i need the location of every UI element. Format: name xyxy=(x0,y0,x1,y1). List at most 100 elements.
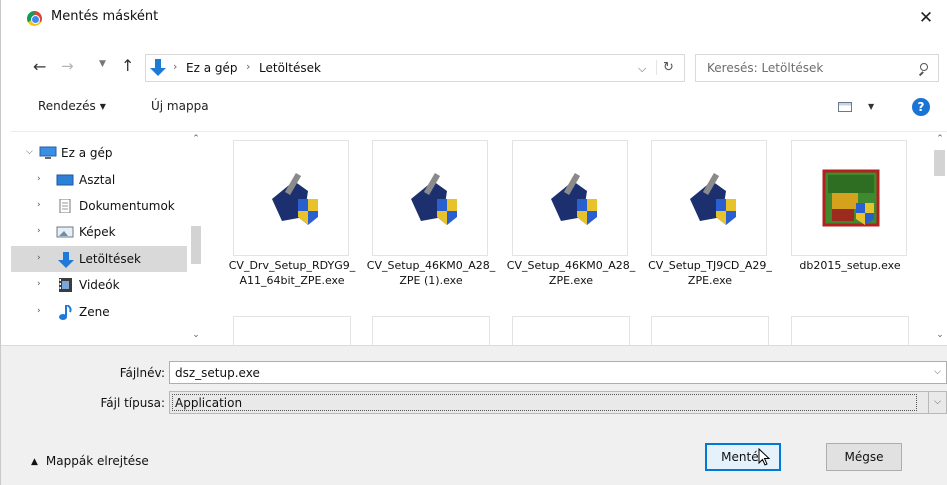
file-name: CV_Setup_46KM0_A28_ZPE.exe xyxy=(506,259,636,287)
navigation-pane: ⌵ Ez a gép › Asztal › Dokumentumok › Kép… xyxy=(11,132,205,346)
view-options-chevron-icon[interactable]: ▼ xyxy=(868,102,874,111)
file-item[interactable] xyxy=(233,316,351,346)
save-as-dialog: Mentés másként ✕ ← → ▼ ↑ › Ez a gép › Le… xyxy=(0,0,947,485)
chevron-right-icon[interactable]: › xyxy=(37,226,41,236)
chevron-down-icon: ▼ xyxy=(99,102,106,111)
file-name: CV_Setup_46KM0_A28_ZPE (1).exe xyxy=(366,259,496,287)
file-thumbnail xyxy=(233,140,349,256)
recent-locations-chevron-icon[interactable]: ▼ xyxy=(99,59,106,69)
music-icon xyxy=(57,304,75,320)
view-options-icon[interactable] xyxy=(838,102,852,112)
filetype-select[interactable]: Application ⌵ xyxy=(169,391,947,414)
chevron-right-icon[interactable]: › xyxy=(37,253,41,263)
chevron-down-icon[interactable]: ⌵ xyxy=(26,147,33,157)
chevron-down-icon[interactable]: ⌵ xyxy=(928,362,946,383)
downloads-icon xyxy=(57,252,75,268)
scrollbar-thumb[interactable] xyxy=(191,226,201,264)
tree-item-label: Zene xyxy=(79,305,110,319)
chevron-right-icon[interactable]: › xyxy=(37,306,41,316)
up-arrow-icon[interactable]: ↑ xyxy=(121,56,134,75)
videos-icon xyxy=(57,278,75,292)
tree-item-label: Ez a gép xyxy=(61,146,113,160)
documents-icon xyxy=(56,198,74,214)
back-arrow-icon[interactable]: ← xyxy=(33,57,46,76)
file-thumbnail xyxy=(791,140,907,256)
organize-label: Rendezés xyxy=(38,99,96,113)
address-row: ← → ▼ ↑ › Ez a gép › Letöltések ⌵ ↻ Kere… xyxy=(1,51,947,85)
tree-item-label: Dokumentumok xyxy=(79,199,175,213)
setup-installer-icon xyxy=(272,172,318,225)
search-icon[interactable] xyxy=(918,63,929,76)
tree-item-this-pc[interactable]: ⌵ Ez a gép xyxy=(11,140,187,166)
focus-rect xyxy=(172,394,917,411)
file-name: CV_Drv_Setup_RDYG9_A11_64bit_ZPE.exe xyxy=(228,259,356,287)
tree-item-videos[interactable]: › Videók xyxy=(11,272,187,298)
computer-icon xyxy=(39,146,57,160)
setup-installer-icon xyxy=(411,172,457,225)
setup-installer-icon xyxy=(551,172,597,225)
window-title: Mentés másként xyxy=(51,9,159,24)
close-button[interactable]: ✕ xyxy=(913,6,939,30)
tree-item-desktop[interactable]: › Asztal xyxy=(11,167,187,193)
tree-item-label: Képek xyxy=(79,225,116,239)
forward-arrow-icon[interactable]: → xyxy=(61,57,74,75)
file-thumbnail xyxy=(512,140,628,256)
address-bar[interactable]: › Ez a gép › Letöltések ⌵ ↻ xyxy=(145,54,685,82)
tree-item-label: Asztal xyxy=(79,173,116,187)
chevron-right-icon[interactable]: › xyxy=(37,174,41,184)
filename-label: Fájlnév: xyxy=(119,366,165,380)
file-item[interactable] xyxy=(512,316,630,346)
search-input[interactable]: Keresés: Letöltések xyxy=(707,61,823,75)
scrollbar-thumb[interactable] xyxy=(934,150,945,176)
search-box[interactable]: Keresés: Letöltések xyxy=(695,54,939,82)
file-item[interactable] xyxy=(372,316,490,346)
downloads-folder-icon xyxy=(150,59,166,77)
file-list-scrollbar[interactable]: ⌃ ⌄ xyxy=(931,132,947,346)
scroll-down-icon[interactable]: ⌄ xyxy=(187,330,205,340)
file-item[interactable] xyxy=(651,316,769,346)
desktop-icon xyxy=(56,173,74,187)
hide-folders-label: Mappák elrejtése xyxy=(45,454,149,468)
navigation-scrollbar[interactable]: ⌃ ⌄ xyxy=(187,132,205,346)
save-form: Fájlnév: dsz_setup.exe ⌵ Fájl típusa: Ap… xyxy=(1,345,947,485)
chevron-right-icon[interactable]: › xyxy=(37,279,41,289)
filename-input[interactable]: dsz_setup.exe xyxy=(175,366,260,380)
breadcrumb-separator-icon[interactable]: › xyxy=(173,60,177,73)
tree-item-documents[interactable]: › Dokumentumok xyxy=(11,193,187,219)
chevron-right-icon[interactable]: › xyxy=(37,200,41,210)
new-folder-button[interactable]: Új mappa xyxy=(151,99,209,113)
filetype-value: Application xyxy=(175,396,243,410)
filetype-label: Fájl típusa: xyxy=(100,396,165,410)
tree-item-label: Videók xyxy=(79,278,120,292)
file-list: CV_Drv_Setup_RDYG9_A11_64bit_ZPE.exe CV_… xyxy=(223,132,931,346)
tree-item-downloads[interactable]: › Letöltések xyxy=(11,246,187,272)
setup-installer-icon xyxy=(690,172,736,225)
hide-folders-toggle[interactable]: ▲ Mappák elrejtése xyxy=(31,454,149,468)
help-icon[interactable]: ? xyxy=(912,98,930,116)
main-pane: ⌵ Ez a gép › Asztal › Dokumentumok › Kép… xyxy=(11,131,947,346)
file-name: CV_Setup_TJ9CD_A29_ZPE.exe xyxy=(648,259,772,287)
refresh-icon[interactable]: ↻ xyxy=(656,60,680,75)
chevron-up-icon: ▲ xyxy=(31,457,38,467)
organize-menu-button[interactable]: Rendezés ▼ xyxy=(38,99,106,113)
tree-item-music[interactable]: › Zene xyxy=(11,299,187,325)
scroll-up-icon[interactable]: ⌃ xyxy=(931,134,947,144)
title-bar: Mentés másként ✕ xyxy=(1,0,947,36)
scroll-down-icon[interactable]: ⌄ xyxy=(931,330,947,340)
pictures-icon xyxy=(56,225,74,239)
file-name: db2015_setup.exe xyxy=(799,259,901,272)
chevron-down-icon[interactable]: ⌵ xyxy=(928,392,946,413)
command-bar: Rendezés ▼ Új mappa ▼ ? xyxy=(1,88,947,125)
dber-app-icon xyxy=(822,169,880,227)
filename-field[interactable]: dsz_setup.exe ⌵ xyxy=(169,361,947,384)
address-dropdown-icon[interactable]: ⌵ xyxy=(638,62,646,76)
cancel-button[interactable]: Mégse xyxy=(826,443,902,471)
file-item[interactable] xyxy=(791,316,909,346)
breadcrumb-separator-icon[interactable]: › xyxy=(246,60,250,73)
tree-item-pictures[interactable]: › Képek xyxy=(11,219,187,245)
scroll-up-icon[interactable]: ⌃ xyxy=(187,134,205,144)
tree-item-label: Letöltések xyxy=(79,252,141,266)
breadcrumb-downloads[interactable]: Letöltések xyxy=(259,61,321,75)
breadcrumb-this-pc[interactable]: Ez a gép xyxy=(186,61,237,75)
file-thumbnail xyxy=(372,140,488,256)
